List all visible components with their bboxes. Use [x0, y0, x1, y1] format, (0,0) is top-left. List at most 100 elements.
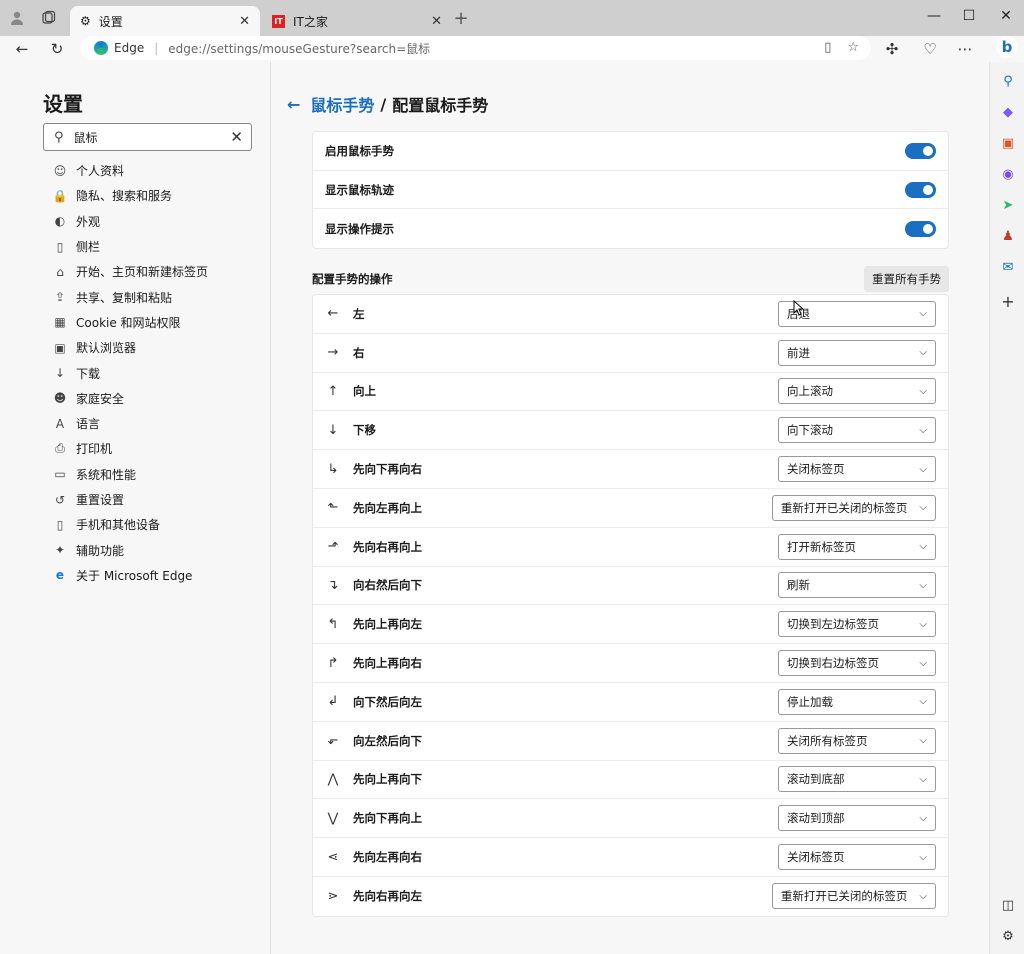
reset-all-gestures-button[interactable]: 重置所有手势	[864, 266, 949, 292]
sidebar-item[interactable]: ◐ 外观	[52, 209, 267, 234]
gear-icon[interactable]: ⚙	[999, 927, 1017, 945]
sidebar-item[interactable]: 🔒 隐私、搜索和服务	[52, 183, 267, 208]
browser-essentials-icon[interactable]: ♡	[920, 39, 940, 59]
sidebar-item[interactable]: ▦ Cookie 和网站权限	[52, 310, 267, 335]
games-icon[interactable]: ◉	[999, 165, 1017, 183]
select-value: 向上滚动	[787, 384, 833, 399]
close-icon[interactable]: ✕	[431, 14, 442, 29]
gesture-action-select[interactable]: 关闭所有标签页 ⌵	[778, 727, 936, 754]
toggle-switch[interactable]	[905, 181, 936, 198]
sidebar-item-label: 家庭安全	[76, 391, 125, 406]
gesture-row: → 右 前进 ⌵	[313, 334, 948, 373]
reading-view-icon[interactable]: ▯	[824, 40, 831, 55]
add-icon[interactable]: +	[999, 292, 1017, 311]
gesture-action-select[interactable]: 重新打开已关闭的标签页 ⌵	[771, 494, 936, 521]
tab-ithome[interactable]: IT IT之家 ✕	[262, 6, 452, 36]
gesture-action-select[interactable]: 前进 ⌵	[778, 339, 936, 366]
select-value: 向下滚动	[787, 423, 833, 438]
sidebar-item[interactable]: ☻ 家庭安全	[52, 386, 267, 411]
lock-icon: 🔒	[52, 188, 68, 203]
gesture-action-select[interactable]: 向上滚动 ⌵	[778, 378, 936, 405]
gesture-action-select[interactable]: 关闭标签页 ⌵	[778, 456, 936, 483]
down-right-icon: ↳	[327, 461, 339, 477]
down-up-icon: ⋁	[327, 810, 339, 826]
url-text[interactable]: edge://settings/mouseGesture?search=鼠标	[168, 40, 430, 57]
sidebar-item[interactable]: ▯ 手机和其他设备	[52, 512, 267, 537]
gesture-action-select[interactable]: 切换到右边标签页 ⌵	[778, 650, 936, 677]
sidebar-item-label: 辅助功能	[76, 543, 125, 558]
profile-icon[interactable]	[8, 9, 26, 27]
home-icon: ⌂	[56, 264, 64, 279]
gesture-action-select[interactable]: 重新打开已关闭的标签页 ⌵	[771, 883, 936, 910]
collections-icon[interactable]	[39, 9, 57, 27]
sidebar-item[interactable]: A 语言	[52, 411, 267, 436]
sidebar-item[interactable]: ⌂ 开始、主页和新建标签页	[52, 259, 267, 284]
settings-page: 设置 ⚲ 鼠标 ✕ ☺ 个人资料 🔒 隐私、搜索和服务 ◐ 外观 ▯ 侧栏 ⌂ 开始、主页和新建标…	[0, 62, 989, 954]
printer-icon: ⎙	[55, 441, 65, 456]
gesture-row: ⬐ 向左然后向下 关闭所有标签页 ⌵	[313, 722, 948, 761]
shopping-tag-icon[interactable]: ◆	[999, 103, 1017, 121]
gesture-action-select[interactable]: 关闭标签页 ⌵	[778, 844, 936, 871]
search-input[interactable]: ⚲ 鼠标 ✕	[43, 123, 252, 151]
sidebar-item-label: 隐私、搜索和服务	[76, 189, 173, 204]
favorite-star-icon[interactable]: ☆	[847, 40, 859, 55]
new-tab-icon[interactable]: +	[452, 8, 470, 29]
select-value: 滚动到顶部	[787, 811, 845, 826]
minimize-icon[interactable]: —	[924, 8, 944, 24]
tools-icon[interactable]: ▣	[999, 134, 1017, 152]
gesture-action-select[interactable]: 停止加载 ⌵	[778, 688, 936, 715]
toggle-switch[interactable]	[905, 220, 936, 237]
gesture-action-select[interactable]: 切换到左边标签页 ⌵	[778, 611, 936, 638]
toggle-card: 启用鼠标手势 显示鼠标轨迹 显示操作提示	[312, 131, 949, 250]
mouse-cursor-icon	[793, 300, 803, 316]
more-icon[interactable]: ⋯	[955, 39, 975, 59]
toggle-switch[interactable]	[905, 142, 936, 159]
gesture-action-select[interactable]: 刷新 ⌵	[778, 572, 936, 599]
refresh-icon[interactable]: ↻	[47, 39, 67, 59]
sidebar-item[interactable]: ▯ 侧栏	[52, 234, 267, 259]
sidebar-item[interactable]: ✦ 辅助功能	[52, 537, 267, 562]
back-arrow-icon[interactable]: ←	[287, 95, 300, 114]
sidebar-item[interactable]: ↓ 下载	[52, 360, 267, 385]
gesture-action-select[interactable]: 滚动到底部 ⌵	[778, 766, 936, 793]
gesture-label: 先向上再向左	[353, 617, 422, 632]
address-bar[interactable]: Edge | edge://settings/mouseGesture?sear…	[80, 36, 871, 60]
close-icon[interactable]: ✕	[239, 14, 250, 29]
sidebar-toggle-icon[interactable]: ◫	[999, 896, 1017, 914]
sidebar-item[interactable]: ▣ 默认浏览器	[52, 335, 267, 360]
sidebar-item[interactable]: e 关于 Microsoft Edge	[52, 563, 267, 588]
sidebar-item[interactable]: ⎙ 打印机	[52, 436, 267, 461]
select-value: 关闭标签页	[787, 850, 845, 865]
sidebar-item-label: 下载	[76, 366, 101, 381]
bing-copilot-icon[interactable]: b	[996, 36, 1018, 58]
office-icon[interactable]: ♟	[999, 227, 1017, 245]
search-icon[interactable]: ⚲	[999, 72, 1017, 90]
tab-settings[interactable]: ⚙ 设置 ✕	[70, 6, 260, 36]
outlook-icon[interactable]: ✉	[999, 258, 1017, 276]
gesture-action-select[interactable]: 滚动到顶部 ⌵	[778, 805, 936, 832]
tab-title: IT之家	[293, 14, 328, 29]
sidebar-item[interactable]: ☺ 个人资料	[52, 158, 267, 183]
gesture-row: ↰ 先向上再向左 切换到左边标签页 ⌵	[313, 605, 948, 645]
gesture-action-select[interactable]: 打开新标签页 ⌵	[778, 533, 936, 560]
gesture-row: ↴ 向右然后向下 刷新 ⌵	[313, 567, 948, 606]
right-up-icon: ⬏	[327, 539, 339, 555]
search-value[interactable]: 鼠标	[74, 129, 231, 146]
toggle-label: 显示鼠标轨迹	[325, 182, 394, 197]
gesture-action-select[interactable]: 向下滚动 ⌵	[778, 417, 936, 444]
maximize-icon[interactable]: ☐	[959, 8, 979, 24]
extensions-icon[interactable]: ✣	[882, 39, 902, 59]
back-icon[interactable]: ←	[12, 39, 32, 59]
gesture-label: 先向上再向下	[353, 772, 422, 787]
sidebar-item[interactable]: ↺ 重置设置	[52, 487, 267, 512]
drop-icon[interactable]: ➤	[999, 196, 1017, 214]
gear-icon: ⚙	[80, 14, 91, 28]
breadcrumb-parent-link[interactable]: 鼠标手势	[310, 92, 374, 116]
sidebar-item[interactable]: ▭ 系统和性能	[52, 462, 267, 487]
window-close-icon[interactable]: ✕	[996, 8, 1016, 24]
clear-icon[interactable]: ✕	[230, 128, 243, 146]
breadcrumb: ← 鼠标手势 / 配置鼠标手势	[287, 92, 488, 116]
sidebar-item[interactable]: ⇪ 共享、复制和粘贴	[52, 284, 267, 309]
select-value: 重新打开已关闭的标签页	[780, 500, 908, 515]
arrow-left-icon: ←	[327, 306, 339, 322]
